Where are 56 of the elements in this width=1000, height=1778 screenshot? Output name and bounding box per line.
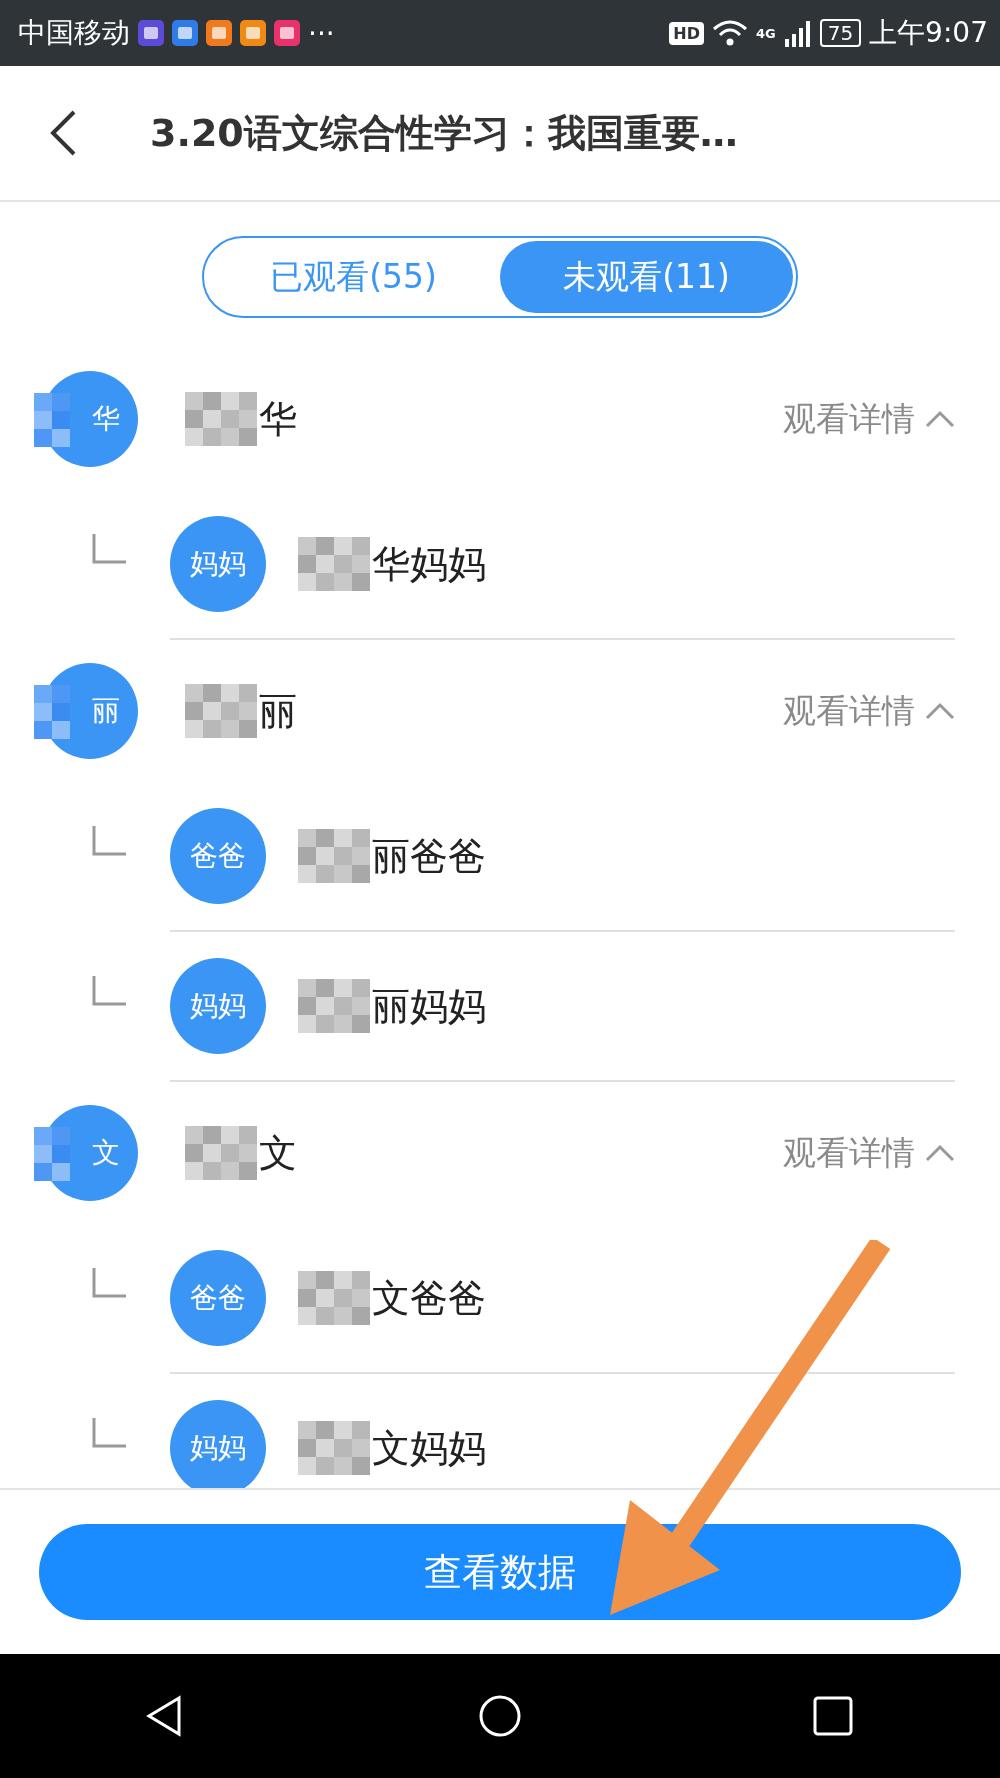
view-details-link[interactable]: 观看详情: [783, 396, 955, 442]
chevron-up-icon: [925, 410, 955, 428]
view-data-button[interactable]: 查看数据: [39, 1524, 961, 1620]
avatar: 妈妈: [170, 1400, 266, 1488]
recent-apps-icon: [811, 1694, 856, 1738]
tree-branch-icon: [92, 826, 128, 856]
back-icon: [48, 110, 78, 156]
student-name: 丽: [259, 687, 297, 735]
pixelated-mosaic: [298, 979, 370, 1033]
chevron-up-icon: [925, 1144, 955, 1162]
avatar: 妈妈: [170, 958, 266, 1054]
pixelated-mosaic: [185, 684, 257, 738]
tree-branch-icon: [92, 534, 128, 564]
signal-icon: [783, 19, 812, 47]
tree-branch-icon: [92, 976, 128, 1006]
parent-name: 丽爸爸: [372, 832, 486, 880]
pixelated-mosaic: [34, 1127, 70, 1181]
parent-name: 文爸爸: [372, 1274, 486, 1322]
carrier-name: 中国移动: [18, 15, 130, 51]
home-icon: [478, 1694, 522, 1738]
hd-badge: HD: [669, 21, 704, 45]
app-icon: [206, 20, 232, 46]
page-title: 3.20语文综合性学习：我国重要…: [150, 109, 738, 157]
view-details-link[interactable]: 观看详情: [783, 1130, 955, 1176]
avatar: 爸爸: [170, 1250, 266, 1346]
tree-branch-icon: [92, 1418, 128, 1448]
app-icon: [240, 20, 266, 46]
parent-name: 华妈妈: [372, 540, 486, 588]
more-notifications: ···: [308, 16, 335, 50]
pixelated-mosaic: [185, 392, 257, 446]
nav-button[interactable]: [478, 1694, 522, 1738]
app-icon: [138, 20, 164, 46]
tab[interactable]: 未观看(11): [500, 241, 793, 313]
pixelated-mosaic: [298, 537, 370, 591]
pixelated-mosaic: [185, 1126, 257, 1180]
battery-level: 75: [819, 19, 862, 47]
tree-branch-icon: [92, 1268, 128, 1298]
wifi-icon: [711, 19, 748, 47]
student-name: 文: [259, 1129, 297, 1177]
clock: 上午9:07: [869, 15, 988, 51]
avatar: 妈妈: [170, 516, 266, 612]
pixelated-mosaic: [298, 1421, 370, 1475]
student-name: 华: [259, 395, 297, 443]
pixelated-mosaic: [34, 393, 70, 447]
chevron-up-icon: [925, 702, 955, 720]
app-icon: [172, 20, 198, 46]
network-type: 4G: [755, 25, 776, 41]
nav-button[interactable]: [811, 1694, 856, 1738]
parent-name: 文妈妈: [372, 1424, 486, 1472]
pixelated-mosaic: [298, 829, 370, 883]
parent-name: 丽妈妈: [372, 982, 486, 1030]
view-details-link[interactable]: 观看详情: [783, 688, 955, 734]
avatar: 爸爸: [170, 808, 266, 904]
app-icon: [274, 20, 300, 46]
pixelated-mosaic: [298, 1271, 370, 1325]
pixelated-mosaic: [34, 685, 70, 739]
